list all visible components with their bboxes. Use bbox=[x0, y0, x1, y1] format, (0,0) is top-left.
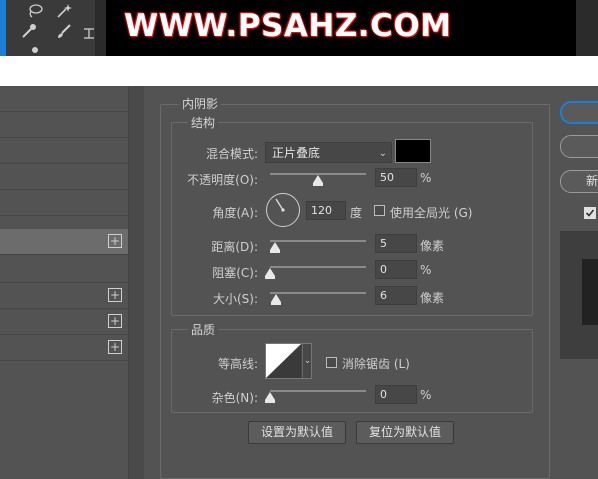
size-input[interactable]: 6 bbox=[375, 286, 417, 305]
section-title: 内阴影 bbox=[179, 95, 222, 112]
preview-checkbox[interactable] bbox=[584, 207, 596, 219]
style-list-item[interactable]: + bbox=[0, 283, 128, 309]
quality-title: 品质 bbox=[188, 321, 219, 338]
style-list-item[interactable]: + bbox=[0, 309, 128, 335]
ok-button[interactable] bbox=[560, 101, 598, 124]
add-style-icon[interactable]: + bbox=[108, 340, 122, 354]
style-list-item[interactable]: + bbox=[0, 229, 128, 255]
style-list-item[interactable] bbox=[0, 164, 128, 190]
blend-mode-select[interactable]: 正片叠底 ⌄ bbox=[265, 142, 392, 163]
dialog-side-panel: 新建 bbox=[556, 86, 598, 479]
size-unit: 像素 bbox=[420, 291, 445, 305]
chevron-down-icon[interactable]: ⌄ bbox=[302, 344, 312, 378]
opacity-slider-thumb[interactable] bbox=[313, 175, 323, 186]
style-list-item[interactable] bbox=[0, 112, 128, 138]
opacity-label: 不透明度(O): bbox=[187, 173, 258, 187]
choke-slider-track[interactable] bbox=[270, 266, 366, 268]
watermark-text: WWW.PSAHZ.COM bbox=[124, 8, 452, 44]
angle-dial[interactable] bbox=[266, 193, 300, 227]
styles-list-scrollbar[interactable] bbox=[128, 86, 144, 479]
magic-wand-icon[interactable] bbox=[55, 2, 73, 20]
panel-accent-edge bbox=[0, 0, 6, 56]
global-light-checkbox[interactable] bbox=[374, 205, 385, 216]
noise-unit: % bbox=[420, 388, 432, 402]
noise-input[interactable]: 0 bbox=[375, 385, 417, 404]
size-label: 大小(S): bbox=[212, 292, 258, 306]
new-style-button[interactable]: 新建 bbox=[560, 170, 598, 193]
cancel-button[interactable] bbox=[560, 135, 598, 158]
size-slider-track[interactable] bbox=[270, 292, 366, 294]
tools-panel bbox=[0, 0, 95, 56]
add-style-icon[interactable]: + bbox=[108, 314, 122, 328]
opacity-unit: % bbox=[420, 171, 432, 185]
style-list-item[interactable] bbox=[0, 138, 128, 164]
add-style-icon[interactable]: + bbox=[108, 288, 122, 302]
chevron-down-icon: ⌄ bbox=[378, 148, 387, 159]
brush-icon[interactable] bbox=[55, 22, 73, 40]
distance-slider-track[interactable] bbox=[270, 240, 366, 242]
global-light-label: 使用全局光 (G) bbox=[390, 206, 473, 220]
contour-preview-icon bbox=[266, 344, 301, 378]
style-list-item[interactable] bbox=[0, 190, 128, 216]
blend-mode-value: 正片叠底 bbox=[272, 146, 321, 160]
angle-unit: 度 bbox=[350, 206, 363, 220]
canvas-banner: WWW.PSAHZ.COM bbox=[106, 0, 576, 56]
style-list-item[interactable] bbox=[0, 86, 128, 112]
blend-color-swatch[interactable] bbox=[395, 139, 431, 163]
type-icon[interactable] bbox=[80, 26, 98, 44]
choke-input[interactable]: 0 bbox=[375, 260, 417, 279]
blend-mode-label: 混合模式: bbox=[205, 147, 258, 161]
checkmark-icon bbox=[585, 209, 595, 217]
angle-label: 角度(A): bbox=[212, 206, 258, 220]
lasso-icon[interactable] bbox=[26, 2, 44, 20]
noise-slider-thumb[interactable] bbox=[265, 392, 275, 403]
set-default-button[interactable]: 设置为默认值 bbox=[248, 421, 346, 444]
choke-unit: % bbox=[420, 263, 432, 277]
distance-slider-thumb[interactable] bbox=[270, 242, 280, 253]
style-preview-swatch bbox=[582, 259, 598, 325]
structure-title: 结构 bbox=[188, 114, 219, 131]
canvas-gap bbox=[0, 56, 598, 86]
contour-label: 等高线: bbox=[217, 357, 258, 371]
styles-list: + + + + bbox=[0, 86, 128, 479]
choke-label: 阻塞(C): bbox=[212, 266, 258, 280]
inner-shadow-dialog: 内阴影 结构 混合模式: 正片叠底 ⌄ 不透明度(O): 50 % 角度(A):… bbox=[146, 86, 556, 479]
antialias-checkbox[interactable] bbox=[326, 357, 337, 368]
style-list-item[interactable] bbox=[0, 257, 128, 283]
contour-picker[interactable]: ⌄ bbox=[265, 343, 312, 379]
distance-unit: 像素 bbox=[420, 239, 445, 253]
new-style-label: 新建 bbox=[586, 174, 598, 188]
distance-input[interactable]: 5 bbox=[375, 234, 417, 253]
add-style-icon[interactable]: + bbox=[108, 234, 122, 248]
size-slider-thumb[interactable] bbox=[271, 294, 281, 305]
eyedropper-icon[interactable] bbox=[20, 22, 38, 40]
reset-default-button[interactable]: 复位为默认值 bbox=[356, 421, 454, 444]
style-preview-frame bbox=[560, 231, 598, 359]
distance-label: 距离(D): bbox=[211, 240, 258, 254]
angle-input[interactable]: 120 bbox=[306, 201, 346, 220]
noise-label: 杂色(N): bbox=[211, 391, 258, 405]
style-list-item[interactable]: + bbox=[0, 335, 128, 361]
opacity-input[interactable]: 50 bbox=[375, 168, 417, 187]
antialias-label: 消除锯齿 (L) bbox=[342, 357, 410, 371]
noise-slider-track[interactable] bbox=[270, 390, 366, 392]
choke-slider-thumb[interactable] bbox=[265, 268, 275, 279]
